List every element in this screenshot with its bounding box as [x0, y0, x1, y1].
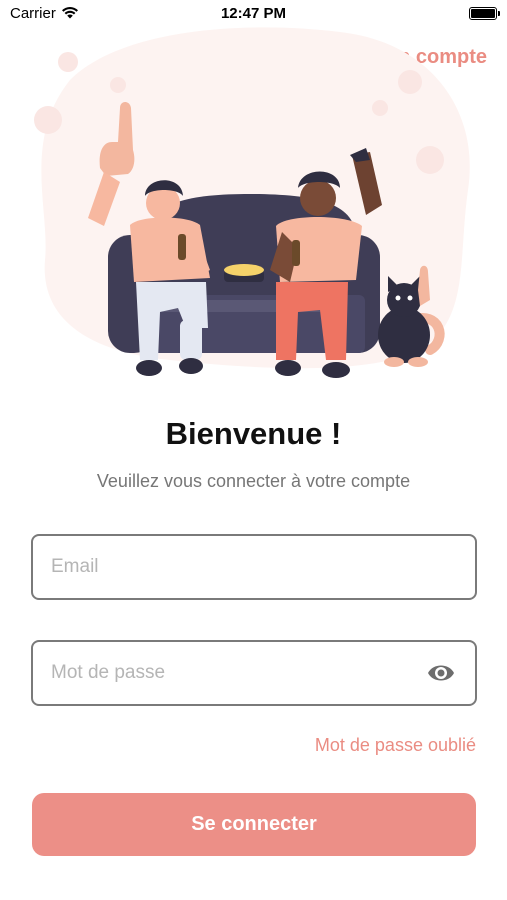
forgot-password-link[interactable]: Mot de passe oublié: [315, 735, 476, 756]
login-button[interactable]: Se connecter: [32, 793, 476, 856]
welcome-subtitle: Veuillez vous connecter à votre compte: [96, 471, 411, 491]
welcome-illustration: [34, 27, 470, 378]
email-input[interactable]: [51, 536, 431, 598]
email-field-container: [31, 534, 477, 600]
welcome-title: Bienvenue !: [165, 416, 342, 451]
password-field-container: [31, 640, 477, 706]
password-input[interactable]: [51, 642, 431, 704]
battery-icon: [469, 7, 500, 20]
eye-icon[interactable]: [427, 662, 455, 684]
